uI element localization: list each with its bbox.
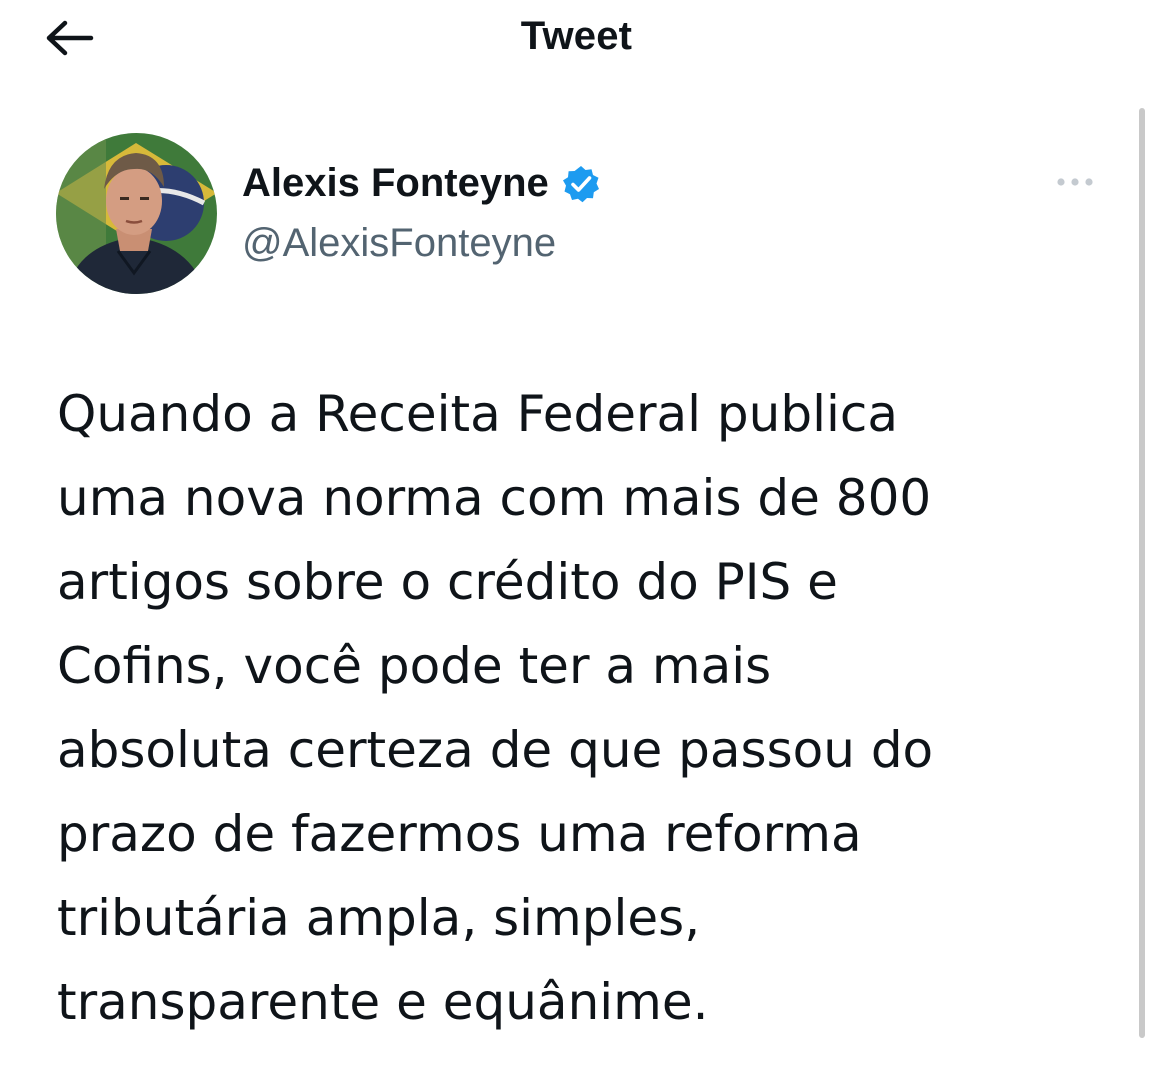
author-name-line: Alexis Fonteyne bbox=[242, 161, 601, 206]
more-horizontal-icon bbox=[1055, 175, 1095, 193]
more-options-button[interactable] bbox=[1050, 169, 1100, 199]
scrollbar[interactable] bbox=[1139, 108, 1145, 1038]
avatar[interactable] bbox=[56, 133, 217, 294]
page-title: Tweet bbox=[520, 14, 633, 58]
tweet-text: Quando a Receita Federal publica uma nov… bbox=[57, 385, 934, 1031]
top-bar: Tweet bbox=[0, 0, 1153, 80]
verified-badge-icon bbox=[561, 164, 601, 204]
author-name[interactable]: Alexis Fonteyne bbox=[242, 161, 549, 206]
tweet-author: Alexis Fonteyne @AlexisFonteyne bbox=[56, 133, 1106, 295]
author-handle[interactable]: @AlexisFonteyne bbox=[242, 221, 556, 266]
